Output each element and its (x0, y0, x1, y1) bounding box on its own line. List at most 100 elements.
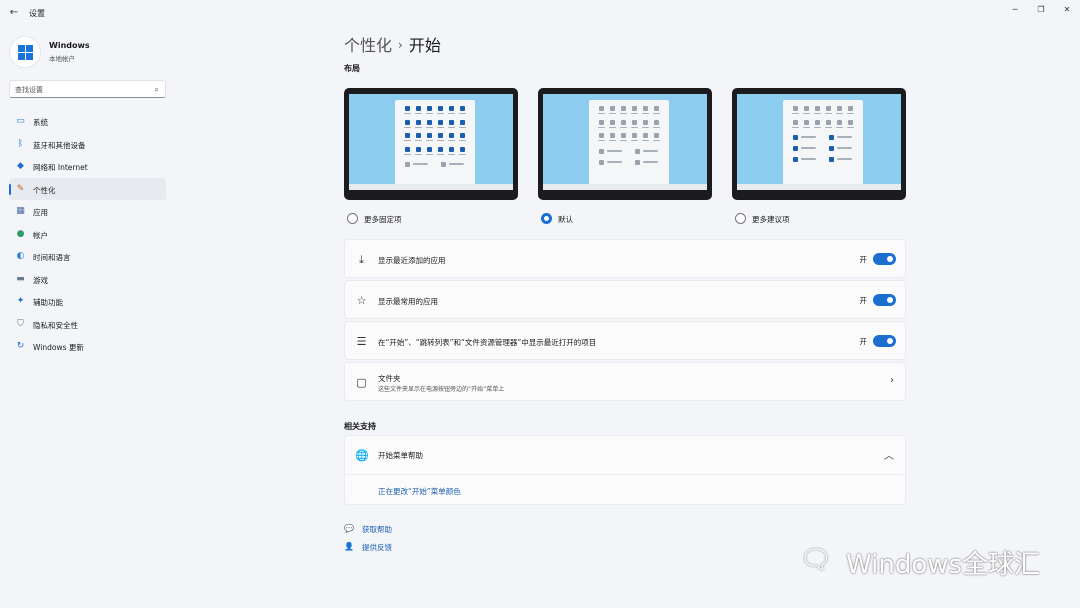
layout-preview[interactable] (538, 88, 712, 200)
preview-recommended-label (801, 136, 816, 138)
bluetooth-icon: ᛒ (17, 138, 24, 149)
sidebar-item-label: 应用 (33, 208, 48, 217)
layout-option-label: 更多建议项 (752, 215, 790, 224)
radio-button[interactable] (347, 213, 358, 224)
main-content: 个性化 › 开始 布局 更多固定项 默认 更多建议项 ⤓ 显示最近添加的应用开 ☆ 显示最常用… (344, 26, 906, 608)
layout-option[interactable]: 更多固定项 (344, 88, 518, 224)
toggle-switch[interactable] (873, 253, 896, 265)
sidebar-item[interactable]: ● 帐户 (9, 223, 166, 246)
preview-app-label (448, 126, 455, 128)
preview-app-tile (438, 133, 443, 138)
preview-recommended-tile (829, 146, 834, 151)
setting-card[interactable]: ☆ 显示最常用的应用 开 (344, 280, 906, 319)
preview-app-label (448, 113, 455, 114)
preview-app-label (404, 113, 411, 114)
layout-preview[interactable] (344, 88, 518, 200)
preview-app-label (459, 113, 466, 114)
preview-app-tile (837, 106, 842, 111)
breadcrumb-parent[interactable]: 个性化 (344, 36, 392, 55)
radio-button[interactable] (541, 213, 552, 224)
preview-app-label (426, 153, 433, 155)
sidebar-item[interactable]: ▭ 系统 (9, 110, 166, 133)
sidebar-item-label: 个性化 (33, 185, 56, 195)
preview-app-label (792, 113, 799, 114)
preview-app-tile (427, 106, 432, 111)
preview-app-label (609, 126, 616, 128)
sidebar-item[interactable]: ▦ 应用 (9, 200, 166, 223)
layout-preview[interactable] (732, 88, 906, 200)
preview-recommended-tile (829, 157, 834, 162)
preview-app-label (653, 140, 660, 141)
preview-app-tile (632, 119, 637, 125)
sidebar-item[interactable]: ⛉ 隐私和安全性 (9, 313, 166, 336)
minimize-icon[interactable]: ─ (1008, 4, 1022, 16)
preview-app-tile (793, 106, 798, 111)
toggle-switch[interactable] (873, 294, 896, 306)
preview-app-label (803, 126, 810, 128)
sidebar-item[interactable]: ▬ 游戏 (9, 268, 166, 291)
layout-option[interactable]: 默认 (538, 88, 712, 224)
preview-start-menu (783, 100, 863, 186)
preview-app-tile (416, 119, 421, 125)
preview-app-label (620, 113, 627, 114)
preview-app-tile (460, 119, 465, 125)
toggle-switch[interactable] (873, 335, 896, 347)
preview-app-label (609, 140, 616, 141)
preview-recommended-label (837, 136, 852, 138)
preview-app-tile (460, 146, 465, 152)
preview-app-label (620, 140, 627, 141)
preview-recommended-tile (405, 162, 410, 167)
toggle-state-label: 开 (859, 337, 868, 346)
preview-app-tile (643, 119, 648, 125)
setting-card[interactable]: ☰ 在“开始”、“跳转列表”和“文件资源管理器”中显示最近打开的项目 开 (344, 321, 906, 360)
restore-icon[interactable]: ❐ (1034, 4, 1048, 16)
radio-button[interactable] (735, 213, 746, 224)
preview-app-label (598, 140, 605, 141)
preview-app-tile (815, 106, 820, 111)
sidebar-item-label: 游戏 (33, 275, 48, 285)
preview-app-tile (599, 119, 604, 125)
feedback-label[interactable]: 提供反馈 (362, 542, 392, 553)
preview-app-label (642, 126, 649, 128)
close-icon[interactable]: ✕ (1060, 4, 1074, 16)
sidebar-item[interactable]: ✎ 个性化 (9, 177, 166, 200)
setting-label: 显示最常用的应用 (378, 297, 438, 306)
account-card[interactable]: Windows 本地帐户 (9, 36, 179, 68)
layout-option-label: 更多固定项 (364, 215, 402, 224)
change-color-link[interactable]: 正在更改“开始”菜单颜色 (378, 486, 461, 497)
divider (345, 474, 905, 475)
preview-app-label (847, 126, 854, 128)
search-input[interactable]: 查找设置 ⌕ (9, 80, 166, 98)
preview-app-tile (438, 119, 443, 125)
preview-app-tile (460, 106, 465, 111)
preview-app-label (459, 126, 466, 128)
chevron-up-icon[interactable]: ︿ (884, 447, 894, 462)
layout-option[interactable]: 更多建议项 (732, 88, 906, 224)
preview-recommended-tile (635, 159, 640, 165)
preview-app-tile (416, 106, 421, 111)
sidebar-item[interactable]: ◆ 网络和 Internet (9, 155, 166, 178)
back-arrow-icon[interactable]: ← (8, 7, 20, 19)
star-icon: ☆ (356, 294, 367, 307)
sidebar-item[interactable]: ↻ Windows 更新 (9, 335, 166, 358)
toggle-state-label: 开 (859, 255, 868, 264)
sidebar-item[interactable]: ✦ 辅助功能 (9, 290, 166, 313)
sidebar-item-label: 时间和语言 (33, 253, 71, 262)
preview-app-label (448, 153, 455, 155)
preview-app-label (631, 113, 638, 114)
setting-card[interactable]: ▢ 文件夹 这些文件夹显示在电源按钮旁边的“开始”菜单上 › (344, 362, 906, 401)
help-title[interactable]: 开始菜单帮助 (378, 450, 423, 461)
preview-app-tile (438, 106, 443, 111)
preview-recommended-label (643, 149, 658, 152)
preview-app-tile (416, 133, 421, 138)
setting-card[interactable]: ⤓ 显示最近添加的应用 开 (344, 239, 906, 278)
sidebar-item[interactable]: ᛒ 蓝牙和其他设备 (9, 133, 166, 156)
chevron-right-icon[interactable]: › (890, 375, 894, 386)
get-help-label[interactable]: 获取帮助 (362, 524, 392, 535)
preview-app-label (598, 113, 605, 114)
preview-app-tile (449, 146, 454, 152)
preview-app-tile (621, 119, 626, 125)
preview-start-menu (395, 100, 475, 186)
preview-recommended-label (413, 163, 428, 165)
sidebar-item[interactable]: ◐ 时间和语言 (9, 245, 166, 268)
